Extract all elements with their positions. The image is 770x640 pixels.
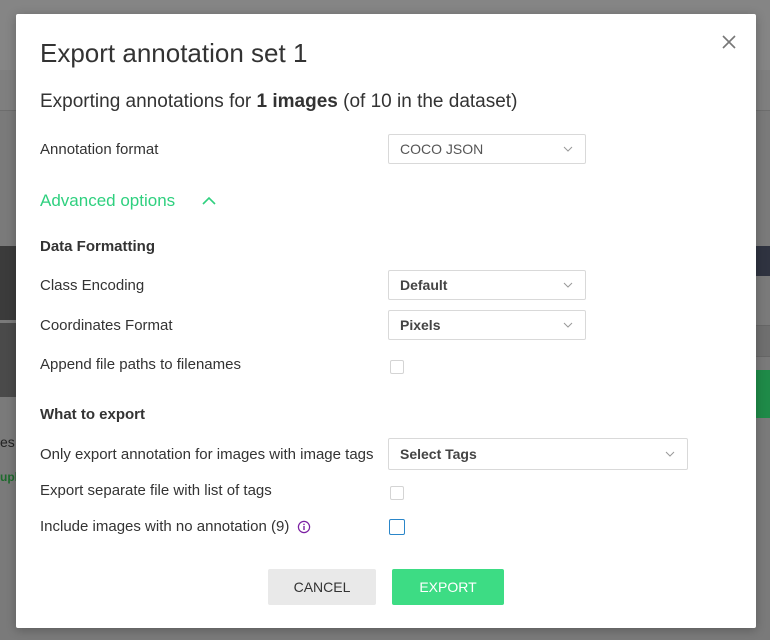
coordinates-format-label: Coordinates Format [40,317,173,334]
background-thumbnail [0,246,16,320]
class-encoding-label: Class Encoding [40,277,145,294]
coordinates-format-value: Pixels [400,317,441,333]
subtitle-count: 1 images [256,91,338,112]
background-panel [756,246,770,276]
cancel-button[interactable]: CANCEL [268,569,376,605]
include-no-annotation-checkbox[interactable] [389,519,405,535]
separate-file-checkbox[interactable] [390,486,404,500]
what-to-export-heading: What to export [40,406,145,423]
select-tags-placeholder: Select Tags [400,446,477,462]
chevron-down-icon [563,282,573,288]
background-panel [756,325,770,357]
dialog-title: Export annotation set 1 [40,38,308,68]
dialog-subtitle: Exporting annotations for 1 images (of 1… [40,91,517,113]
separate-file-label: Export separate file with list of tags [40,482,272,499]
coordinates-format-select[interactable]: Pixels [388,310,586,340]
subtitle-suffix: (of 10 in the dataset) [337,91,518,112]
append-paths-label: Append file paths to filenames [40,356,241,373]
annotation-format-select[interactable]: COCO JSON [388,134,586,164]
background-text: es [0,434,15,450]
only-tags-label: Only export annotation for images with i… [40,446,374,463]
annotation-format-value: COCO JSON [400,141,484,157]
append-paths-checkbox[interactable] [390,360,404,374]
include-no-annotation-label: Include images with no annotation (9) [40,518,290,535]
chevron-down-icon [563,146,573,152]
export-button[interactable]: EXPORT [392,569,504,605]
chevron-up-icon[interactable] [202,194,216,208]
background-green-button [756,370,770,418]
background-thumbnail [0,323,16,397]
close-icon[interactable] [719,32,739,52]
info-icon[interactable] [297,520,311,534]
class-encoding-value: Default [400,277,448,293]
class-encoding-select[interactable]: Default [388,270,586,300]
select-tags-dropdown[interactable]: Select Tags [388,438,688,470]
chevron-down-icon [665,451,675,457]
subtitle-prefix: Exporting annotations for [40,91,257,112]
advanced-options-toggle[interactable]: Advanced options [40,191,175,211]
annotation-format-label: Annotation format [40,141,159,158]
chevron-down-icon [563,322,573,328]
export-dialog: Export annotation set 1 Exporting annota… [16,14,756,628]
data-formatting-heading: Data Formatting [40,238,156,255]
